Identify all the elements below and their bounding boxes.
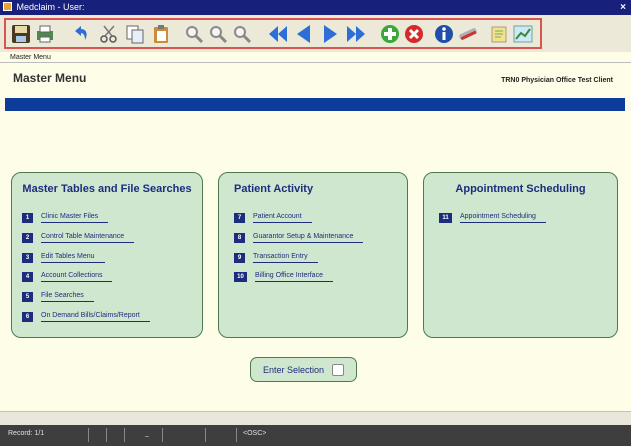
find-next-icon[interactable] <box>206 22 230 46</box>
panel-title: Master Tables and File Searches <box>22 183 192 195</box>
header-divider-bar <box>5 98 625 111</box>
info-icon[interactable] <box>432 22 456 46</box>
menu-item-label: Patient Account <box>253 213 312 223</box>
menu-item-number: 2 <box>22 233 33 243</box>
menu-item-on-demand-bills[interactable]: 6 On Demand Bills/Claims/Report <box>22 310 150 324</box>
notes-icon[interactable] <box>487 22 511 46</box>
menu-item-label: Transaction Entry <box>253 253 318 263</box>
cut-icon[interactable] <box>97 22 121 46</box>
menu-item-number: 3 <box>22 253 33 263</box>
status-separator <box>88 428 89 442</box>
enter-selection-box: Enter Selection <box>250 357 357 382</box>
tools-icon[interactable] <box>456 22 480 46</box>
menu-item-number: 8 <box>234 233 245 243</box>
find-icon[interactable] <box>182 22 206 46</box>
title-bar: Medclaim - User: × <box>0 0 631 15</box>
menu-item-label: Edit Tables Menu <box>41 253 105 263</box>
footer-band <box>0 411 631 425</box>
page-header: Master Menu TRN0 Physician Office Test C… <box>0 63 631 98</box>
breadcrumb: Master Menu <box>0 52 631 63</box>
menu-item-guarantor-setup[interactable]: 8 Guarantor Setup & Maintenance <box>234 231 364 245</box>
menu-item-number: 4 <box>22 272 33 282</box>
window-title: Medclaim - User: <box>16 2 85 12</box>
chart-icon[interactable] <box>511 22 535 46</box>
enter-selection-input[interactable] <box>332 363 345 376</box>
paste-icon[interactable] <box>149 22 173 46</box>
delete-icon[interactable] <box>402 22 426 46</box>
page-title: Master Menu <box>13 71 87 85</box>
menu-item-number: 10 <box>234 272 247 282</box>
menu-item-number: 9 <box>234 253 245 263</box>
menu-item-label: Clinic Master Files <box>41 213 109 223</box>
last-record-icon[interactable] <box>344 22 368 46</box>
menu-item-label: Guarantor Setup & Maintenance <box>253 233 364 243</box>
menu-item-number: 1 <box>22 213 33 223</box>
panel-appointment-scheduling: Appointment Scheduling 11 Appointment Sc… <box>423 172 618 338</box>
copy-icon[interactable] <box>123 22 147 46</box>
previous-record-icon[interactable] <box>292 22 316 46</box>
close-icon[interactable]: × <box>620 0 626 15</box>
panel-title: Appointment Scheduling <box>455 183 586 195</box>
undo-icon[interactable] <box>68 22 92 46</box>
menu-item-patient-account[interactable]: 7 Patient Account <box>234 211 312 225</box>
status-separator <box>236 428 237 442</box>
menu-item-number: 11 <box>439 213 452 223</box>
status-separator <box>205 428 206 442</box>
menu-item-label: Account Collections <box>41 272 113 282</box>
status-marker: _ <box>145 430 149 437</box>
menu-item-number: 6 <box>22 312 33 322</box>
panel-title: Patient Activity <box>234 183 314 195</box>
status-separator <box>124 428 125 442</box>
menu-item-number: 7 <box>234 213 245 223</box>
menu-item-account-collections[interactable]: 4 Account Collections <box>22 270 113 284</box>
menu-item-label: Billing Office Interface <box>255 272 333 282</box>
status-separator <box>162 428 163 442</box>
app-icon <box>3 2 12 11</box>
osc-indicator: <OSC> <box>243 430 267 437</box>
toolbar <box>0 15 631 52</box>
menu-item-label: File Searches <box>41 292 94 302</box>
enter-selection-label: Enter Selection <box>263 364 325 375</box>
menu-item-label: On Demand Bills/Claims/Report <box>41 312 150 322</box>
next-record-icon[interactable] <box>318 22 342 46</box>
add-icon[interactable] <box>378 22 402 46</box>
save-disk-icon[interactable] <box>9 22 33 46</box>
menu-item-file-searches[interactable]: 5 File Searches <box>22 290 94 304</box>
status-bar: Record: 1/1 _ <OSC> <box>0 425 631 446</box>
record-indicator: Record: 1/1 <box>8 430 45 437</box>
panel-patient-activity: Patient Activity 7 Patient Account 8 Gua… <box>218 172 408 338</box>
menu-item-transaction-entry[interactable]: 9 Transaction Entry <box>234 251 318 265</box>
menu-item-appointment-scheduling[interactable]: 11 Appointment Scheduling <box>439 211 546 225</box>
menu-item-edit-tables-menu[interactable]: 3 Edit Tables Menu <box>22 251 105 265</box>
panel-master-tables: Master Tables and File Searches 1 Clinic… <box>11 172 203 338</box>
find-previous-icon[interactable] <box>230 22 254 46</box>
menu-item-label: Control Table Maintenance <box>41 233 135 243</box>
status-separator <box>106 428 107 442</box>
menu-item-clinic-master-files[interactable]: 1 Clinic Master Files <box>22 211 109 225</box>
print-icon[interactable] <box>33 22 57 46</box>
first-record-icon[interactable] <box>266 22 290 46</box>
menu-item-label: Appointment Scheduling <box>460 213 546 223</box>
client-name: TRN0 Physician Office Test Client <box>501 77 613 84</box>
menu-item-control-table-maintenance[interactable]: 2 Control Table Maintenance <box>22 231 135 245</box>
menu-item-billing-office-interface[interactable]: 10 Billing Office Interface <box>234 270 333 284</box>
menu-item-number: 5 <box>22 292 33 302</box>
